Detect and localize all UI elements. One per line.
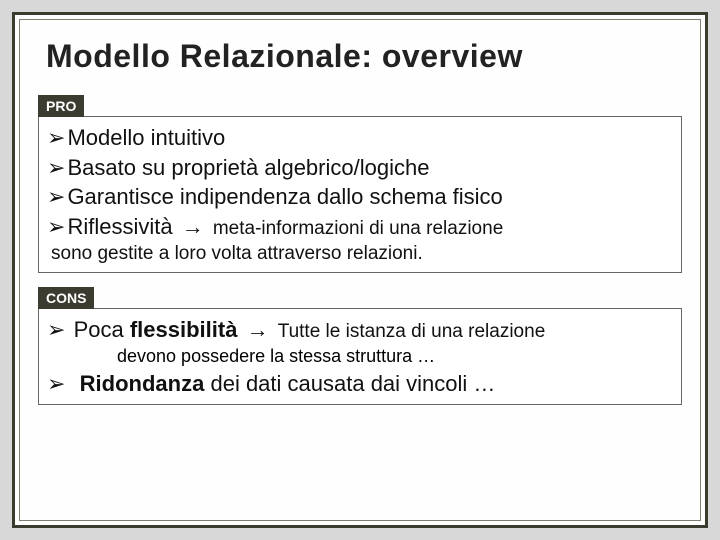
pro-box: ➢Modello intuitivo ➢Basato su proprietà … — [38, 116, 682, 273]
pro-item-4: ➢Riflessività → meta-informazioni di una… — [47, 212, 673, 242]
bullet-icon: ➢ — [47, 155, 65, 180]
cons-item-1: ➢ Poca flessibilità → Tutte le istanza d… — [47, 315, 673, 345]
arrow-icon: → — [247, 317, 269, 342]
outer-frame: Modello Relazionale: overview PRO ➢Model… — [12, 12, 708, 528]
pro-subtext: sono gestite a loro volta attraverso rel… — [51, 242, 673, 267]
cons-section: CONS ➢ Poca flessibilità → Tutte le ista… — [38, 287, 682, 405]
pro-item-1: ➢Modello intuitivo — [47, 123, 673, 153]
pro-item-3: ➢Garantisce indipendenza dallo schema fi… — [47, 182, 673, 212]
slide-title: Modello Relazionale: overview — [46, 38, 682, 75]
cons-label: CONS — [38, 287, 94, 309]
cons-item-text: Poca — [74, 317, 124, 342]
cons-box: ➢ Poca flessibilità → Tutte le istanza d… — [38, 308, 682, 405]
cons-item-bold: flessibilità — [130, 317, 238, 342]
pro-item-text: Modello intuitivo — [67, 125, 225, 150]
cons-item-2: ➢ Ridondanza dei dati causata dai vincol… — [47, 369, 673, 399]
cons-subtext: devono possedere la stessa struttura … — [117, 345, 673, 368]
cons-item-bold: Ridondanza — [80, 371, 205, 396]
cons-item-tail: dei dati causata dai vincoli … — [210, 371, 495, 396]
pro-item-text: Basato su proprietà algebrico/logiche — [67, 155, 429, 180]
bullet-icon: ➢ — [47, 184, 65, 209]
pro-item-2: ➢Basato su proprietà algebrico/logiche — [47, 153, 673, 183]
bullet-icon: ➢ — [47, 371, 65, 396]
pro-section: PRO ➢Modello intuitivo ➢Basato su propri… — [38, 95, 682, 273]
slide: Modello Relazionale: overview PRO ➢Model… — [0, 0, 720, 540]
bullet-icon: ➢ — [47, 317, 65, 342]
pro-item-text: Garantisce indipendenza dallo schema fis… — [67, 184, 502, 209]
bullet-icon: ➢ — [47, 214, 65, 239]
pro-item-meta: meta-informazioni di una relazione — [213, 218, 503, 239]
inner-frame: Modello Relazionale: overview PRO ➢Model… — [19, 19, 701, 521]
arrow-icon: → — [182, 214, 204, 239]
pro-label: PRO — [38, 95, 84, 117]
bullet-icon: ➢ — [47, 125, 65, 150]
pro-item-text: Riflessività — [67, 214, 172, 239]
cons-item-tail: Tutte le istanza di una relazione — [278, 321, 546, 342]
